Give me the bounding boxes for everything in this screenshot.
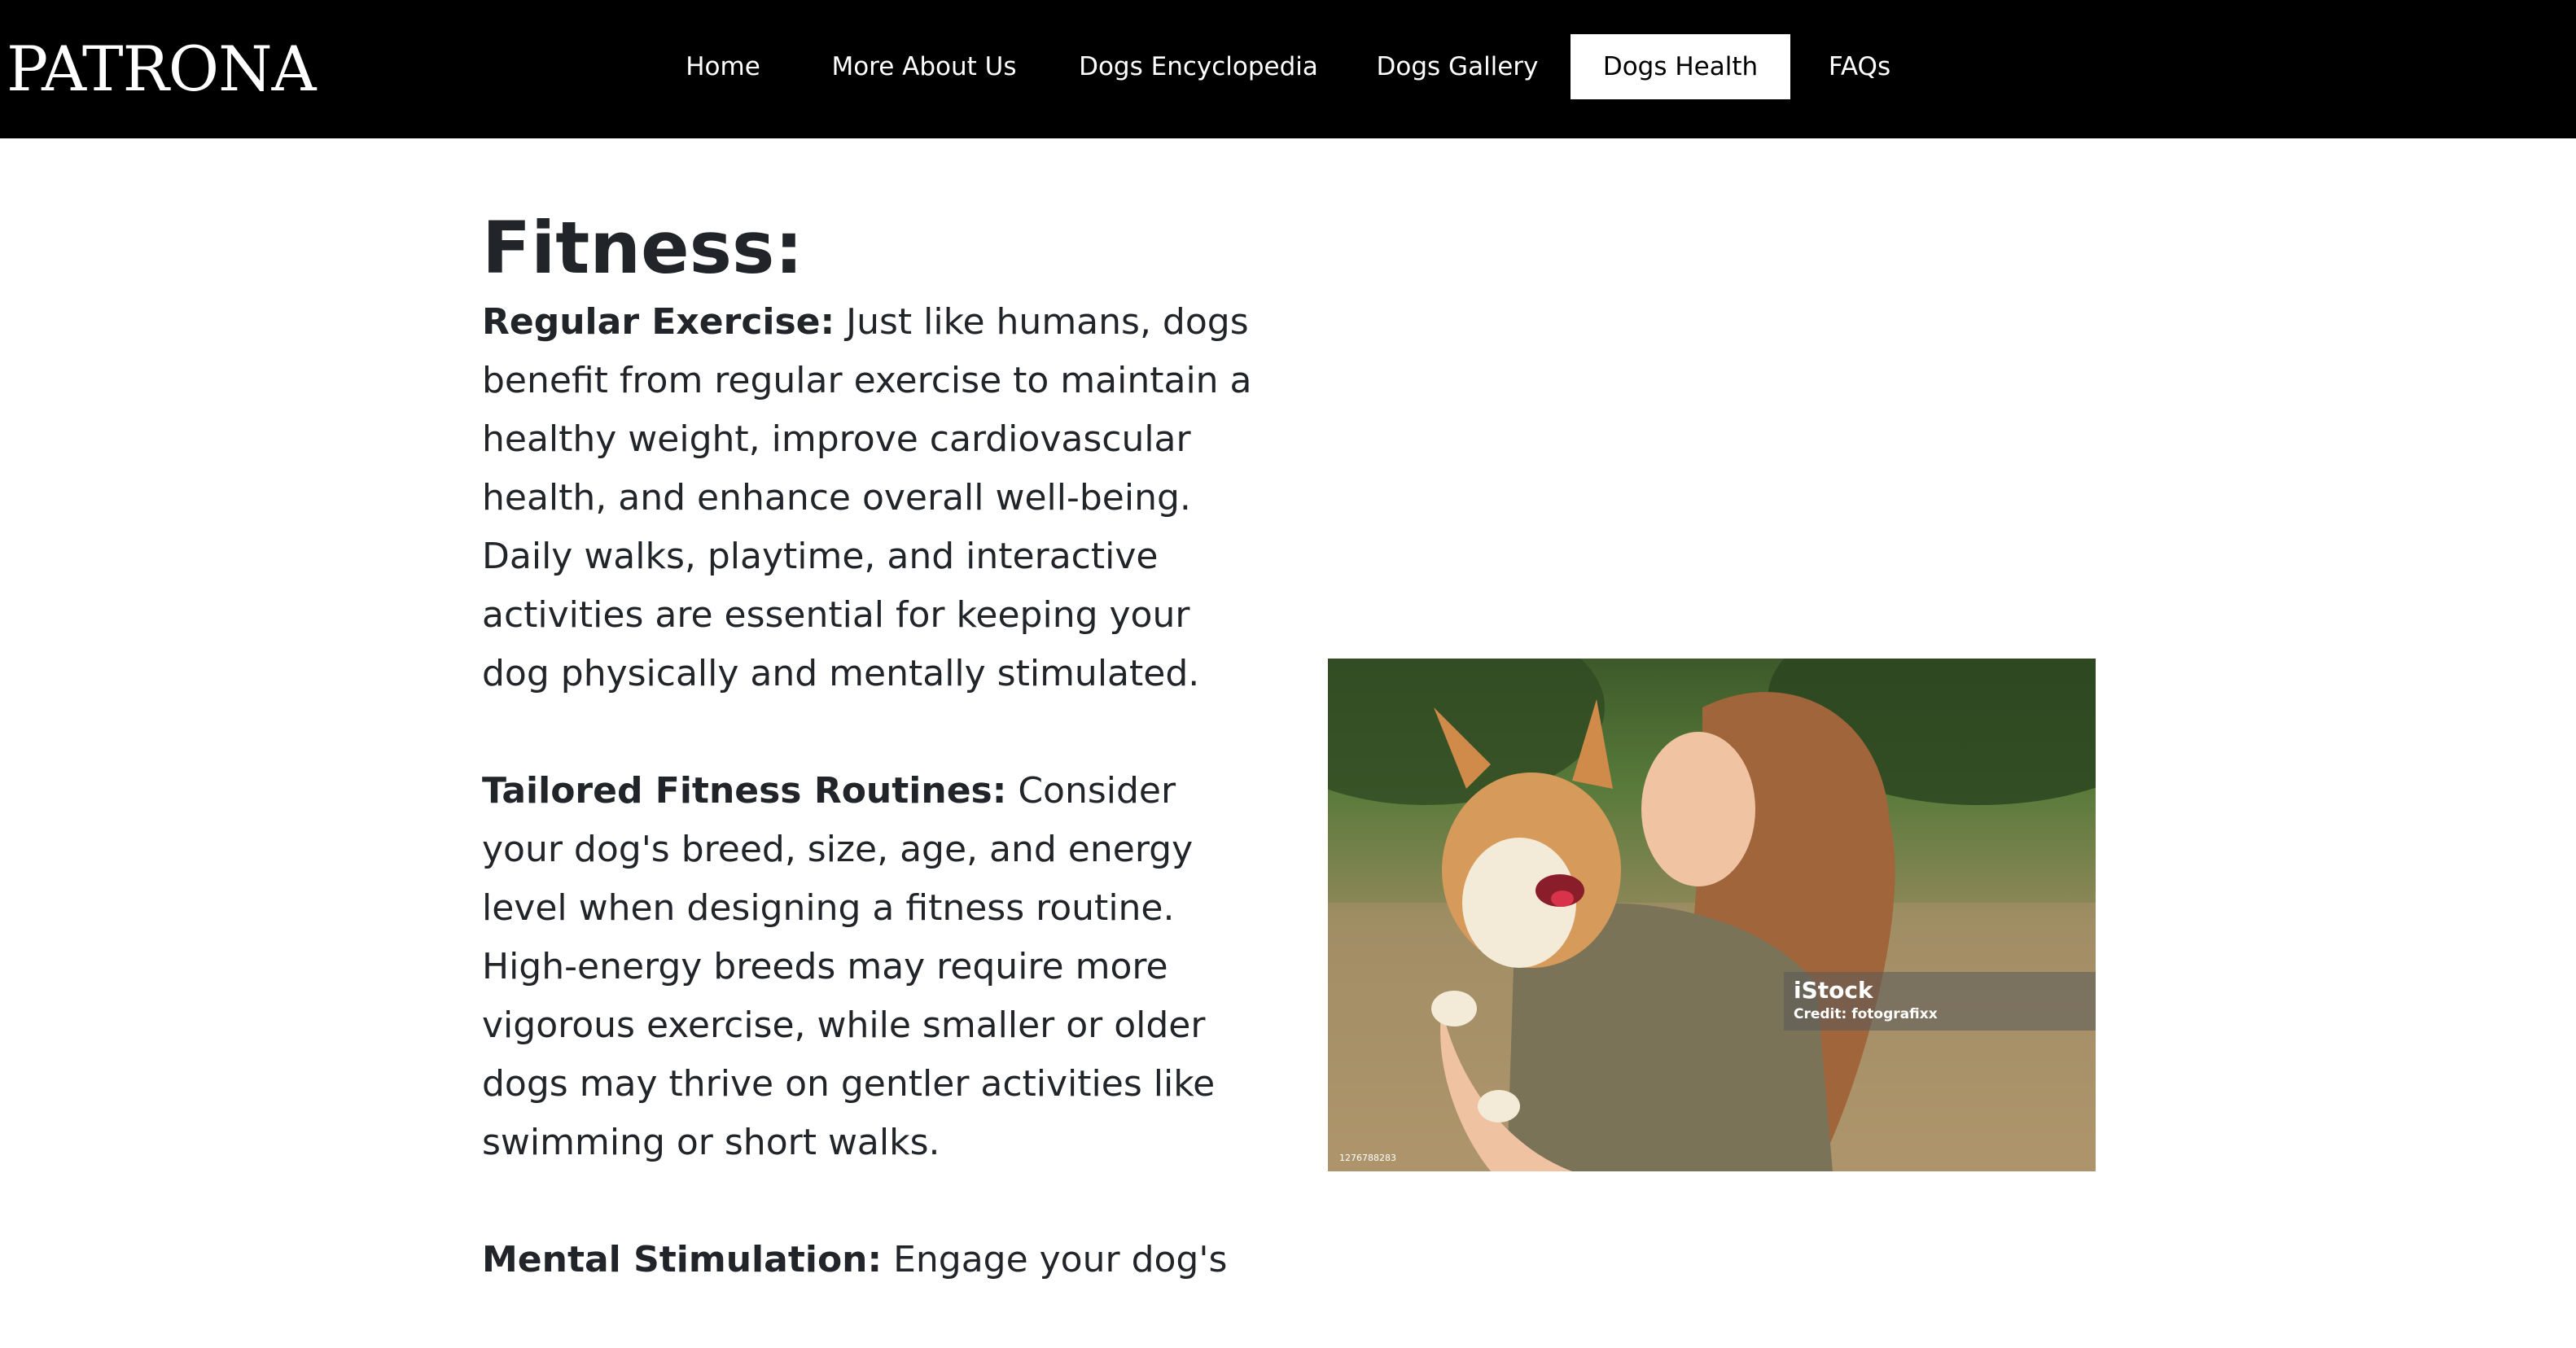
paragraph-tailored-fitness: Tailored Fitness Routines: Consider your… [482, 762, 1264, 1172]
paragraph-lead: Tailored Fitness Routines: [482, 770, 1007, 812]
paragraph-text: Just like humans, dogs benefit from regu… [482, 301, 1252, 694]
istock-watermark: iStock Credit: fotografixx [1784, 972, 2096, 1031]
paragraph-text: Engage your dog's [882, 1239, 1228, 1280]
nav-item-more-about-us[interactable]: More About Us [824, 34, 1024, 99]
paragraph-text: Consider your dog's breed, size, age, an… [482, 770, 1216, 1163]
nav-item-home[interactable]: Home [674, 34, 772, 99]
watermark-brand: iStock [1794, 977, 1873, 1004]
page-title: Fitness: [482, 206, 804, 290]
photo-illustration [1328, 659, 2096, 1171]
nav-item-dogs-health[interactable]: Dogs Health [1571, 34, 1790, 99]
main-content: Fitness: Regular Exercise: Just like hum… [482, 204, 1264, 1348]
brand-logo[interactable]: PATRONA [7, 24, 316, 114]
photo-id-label: 1276788283 [1339, 1153, 1396, 1163]
woman-with-corgi-photo: iStock Credit: fotografixx 1276788283 [1328, 659, 2096, 1171]
paragraph-lead: Mental Stimulation: [482, 1239, 883, 1280]
watermark-credit: Credit: fotografixx [1794, 1006, 1938, 1022]
paragraph-mental-stimulation: Mental Stimulation: Engage your dog's [482, 1231, 1264, 1289]
nav-item-faqs[interactable]: FAQs [1820, 34, 1899, 99]
nav-item-dogs-gallery[interactable]: Dogs Gallery [1373, 34, 1542, 99]
paragraph-regular-exercise: Regular Exercise: Just like humans, dogs… [482, 293, 1264, 703]
paragraph-lead: Regular Exercise: [482, 301, 835, 343]
nav-item-dogs-encyclopedia[interactable]: Dogs Encyclopedia [1076, 34, 1321, 99]
top-navbar: PATRONA Home More About Us Dogs Encyclop… [0, 0, 2576, 138]
